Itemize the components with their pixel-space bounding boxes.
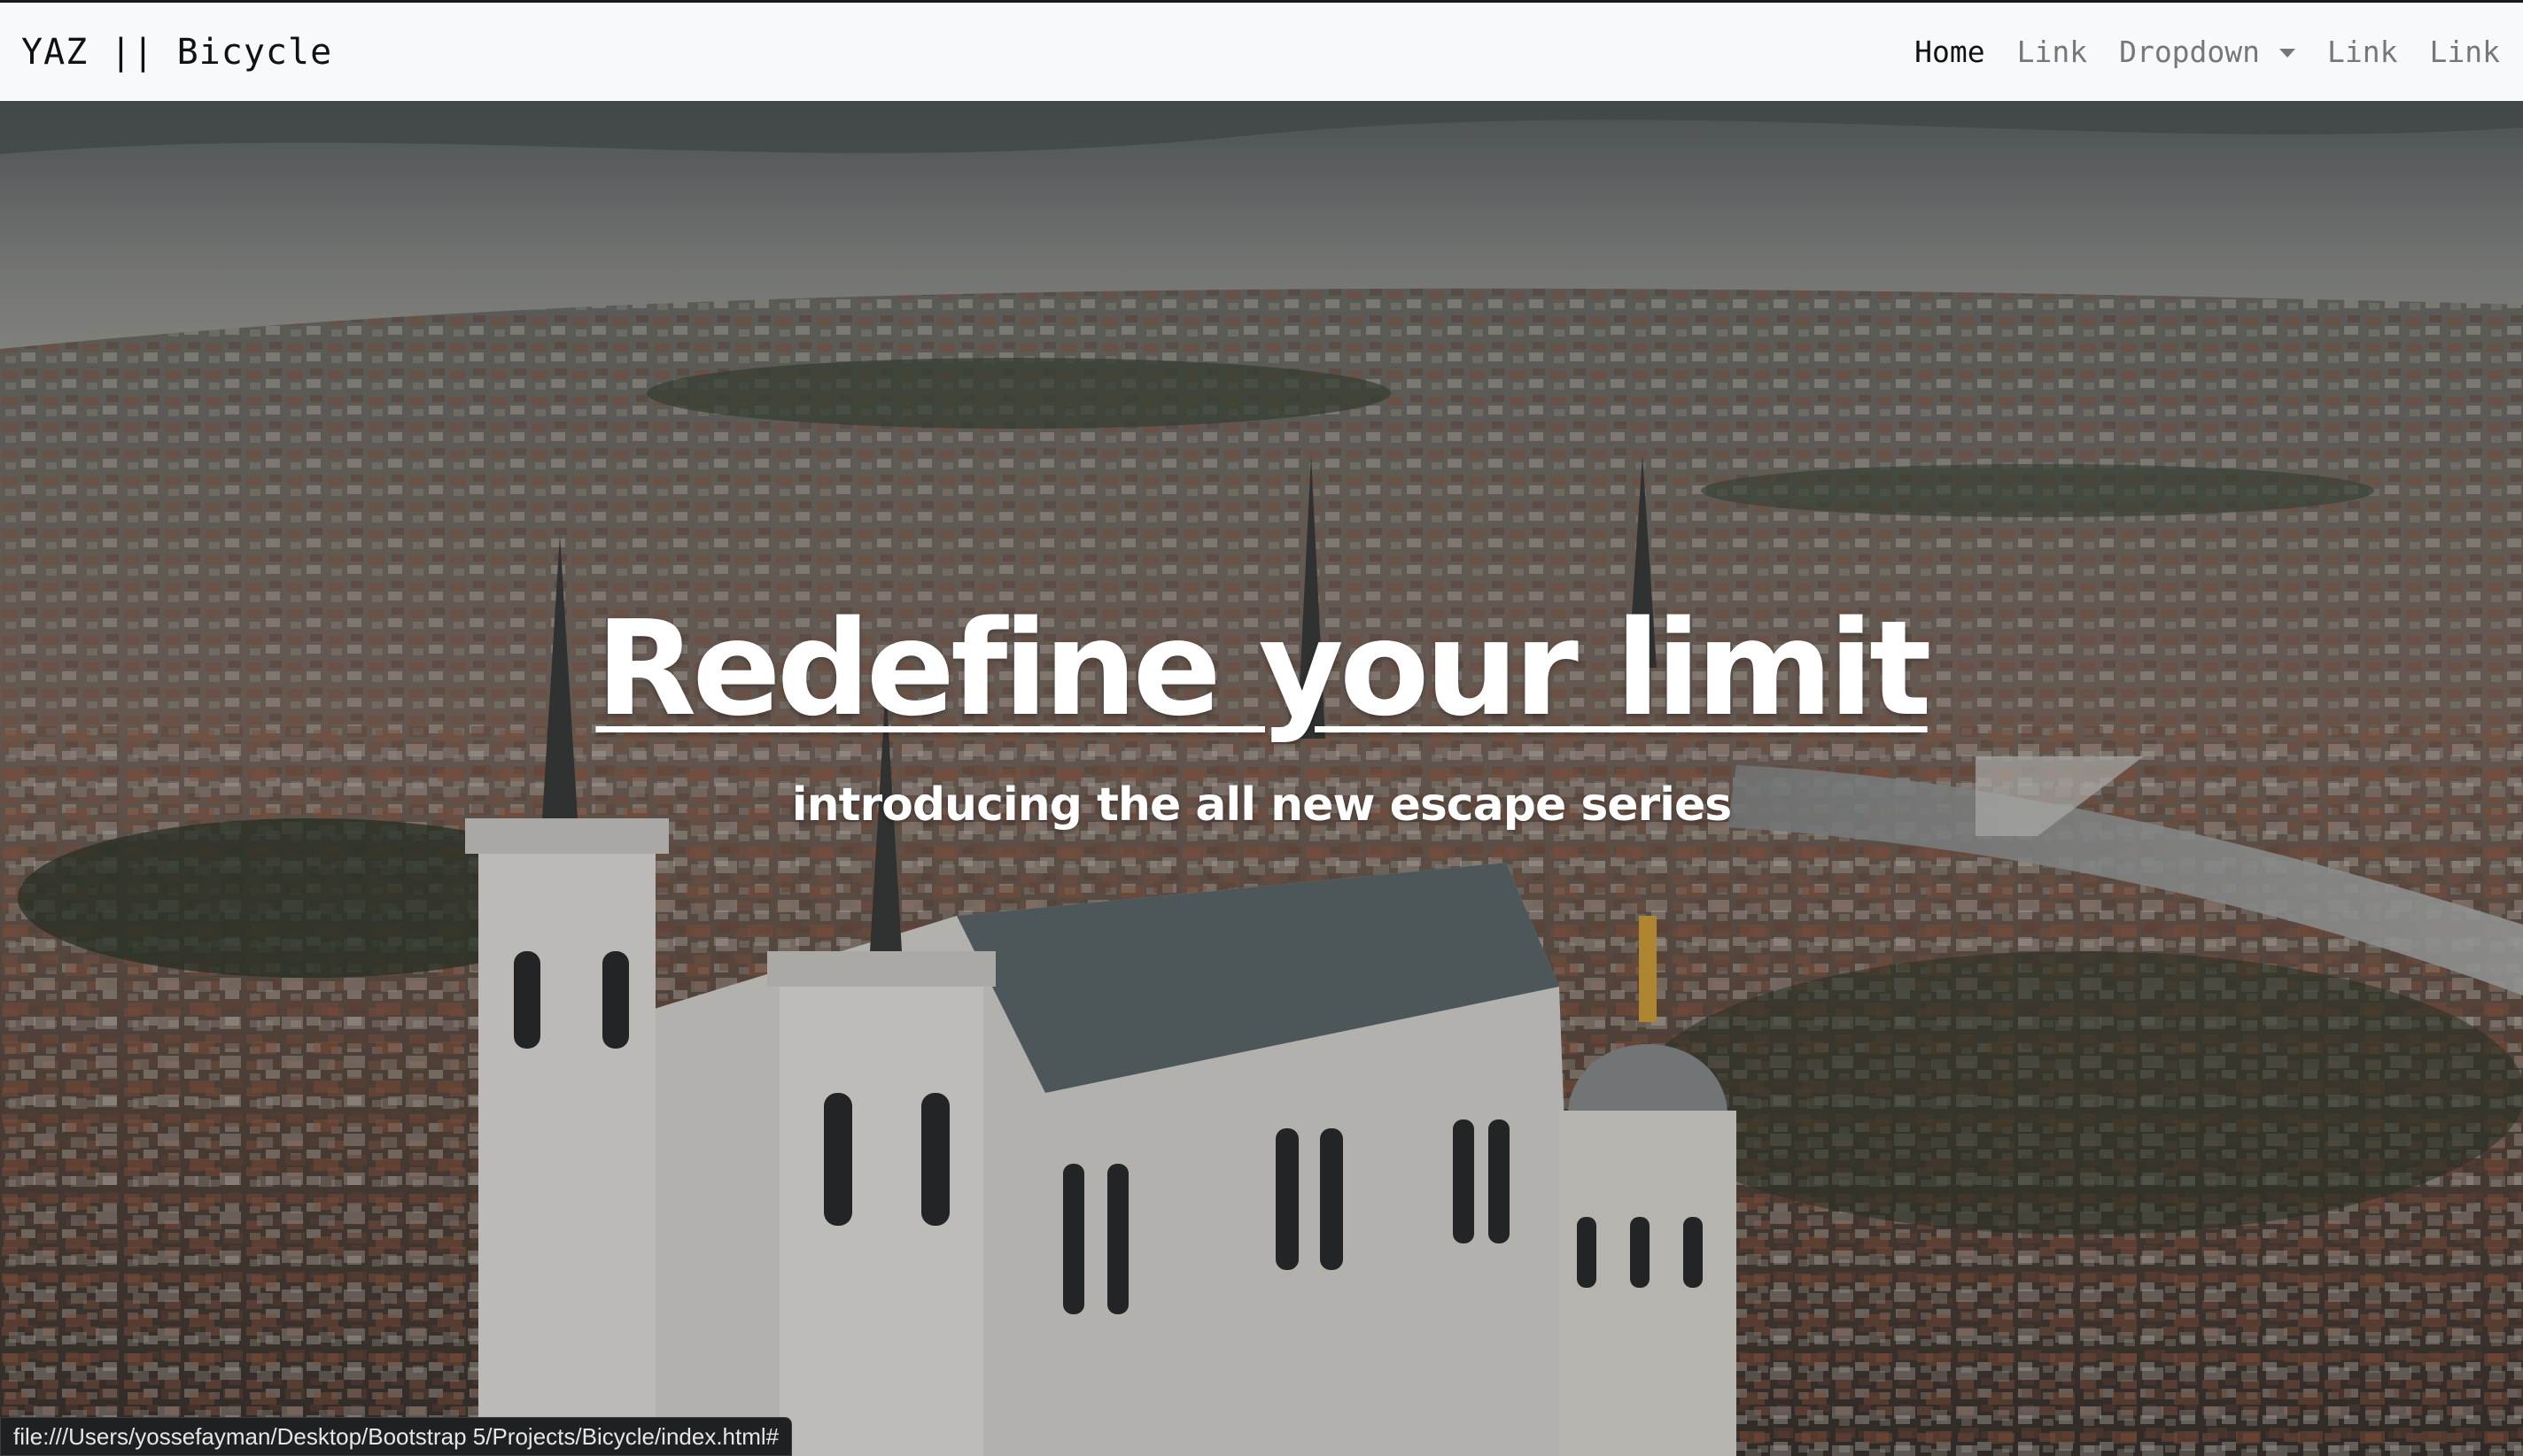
caret-down-icon — [2279, 48, 2296, 58]
nav-link-1[interactable]: Link — [2017, 35, 2087, 69]
nav-link-home[interactable]: Home — [1914, 35, 1984, 69]
nav-link-3[interactable]: Link — [2430, 35, 2500, 69]
browser-status-bar-url: file:///Users/yossefayman/Desktop/Bootst… — [0, 1417, 793, 1456]
navbar-brand[interactable]: YAZ || Bicycle — [21, 32, 332, 73]
nav-dropdown-label: Dropdown — [2119, 35, 2261, 69]
navbar: YAZ || Bicycle Home Link Dropdown Link L… — [0, 0, 2523, 101]
nav-dropdown-toggle[interactable]: Dropdown — [2119, 35, 2296, 69]
hero-subtitle: introducing the all new escape series — [791, 778, 1732, 832]
hero-title-link[interactable]: Redefine your limit — [595, 597, 1931, 741]
hero-section: Redefine your limit introducing the all … — [0, 101, 2523, 1456]
hero-text: Redefine your limit introducing the all … — [0, 597, 2523, 832]
nav-link-2[interactable]: Link — [2327, 35, 2397, 69]
nav-links: Home Link Dropdown Link Link — [1883, 3, 2500, 101]
